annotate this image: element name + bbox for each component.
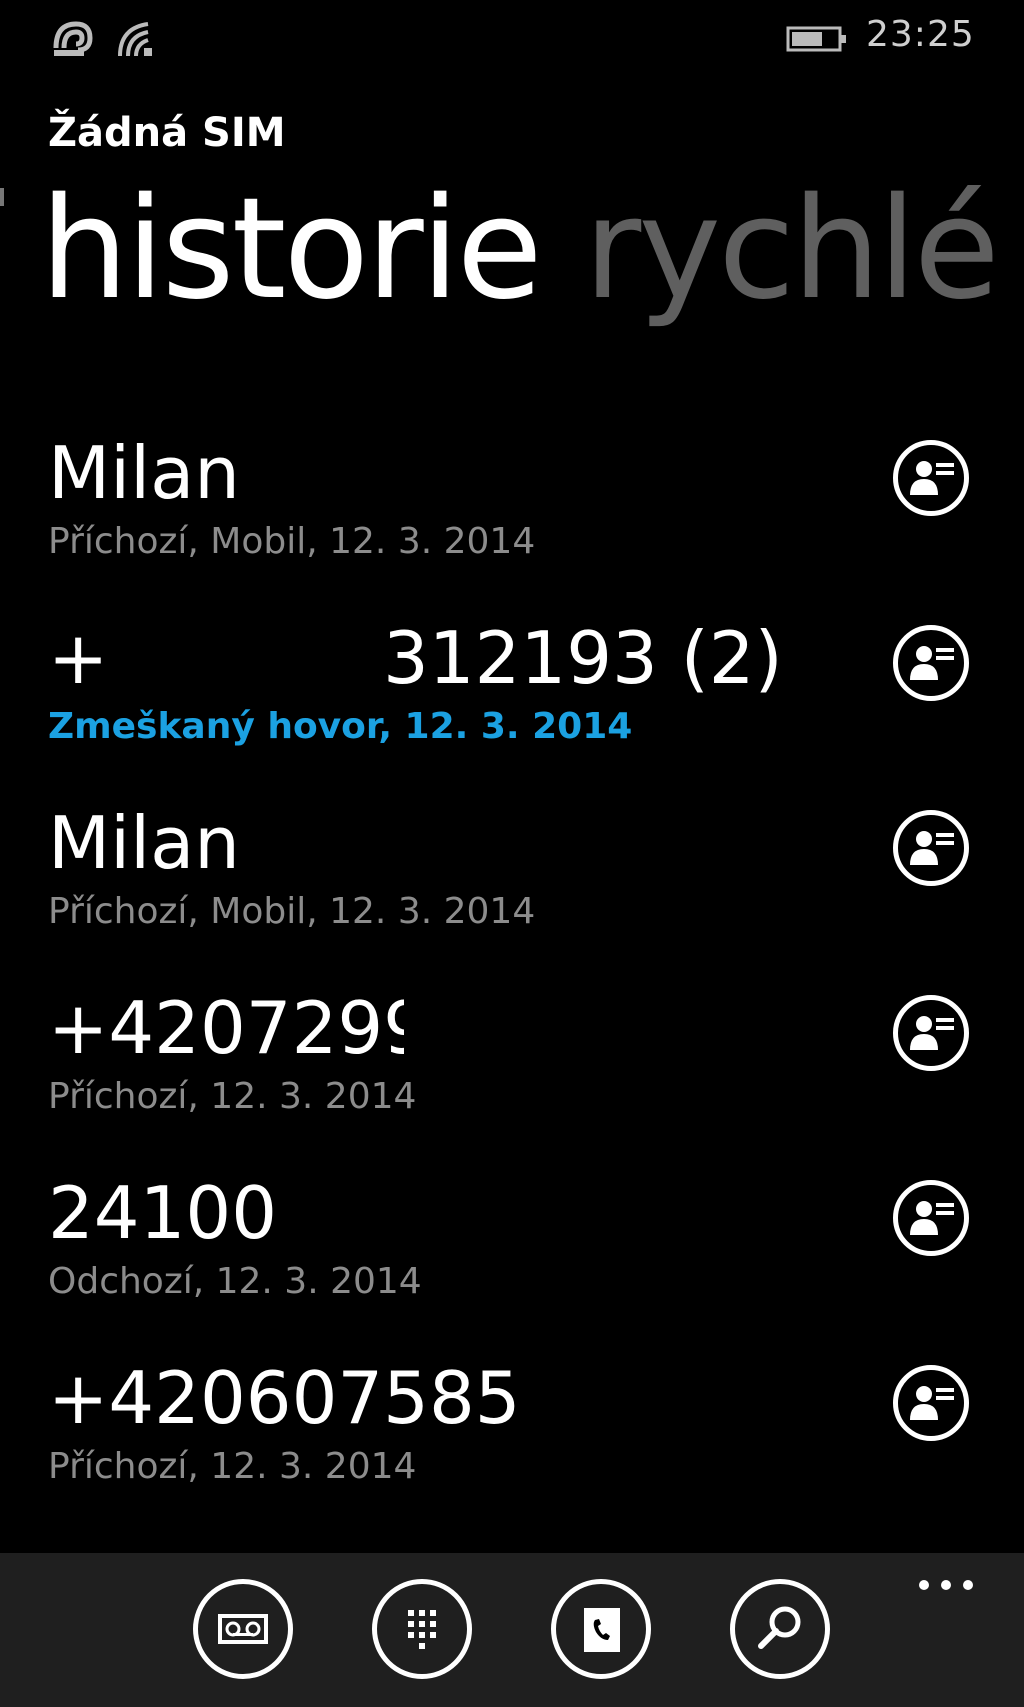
hotspot-icon [53, 21, 93, 56]
call-title: +4207299 [48, 986, 404, 1070]
status-bar: 23:25 [0, 0, 1024, 80]
contacts-icon [584, 1608, 620, 1652]
list-item[interactable]: + 312193 (2) Zmeškaný hovor, 12. 3. 2014 [0, 615, 1024, 800]
contact-card-icon [910, 831, 954, 865]
call-detail: Příchozí, Mobil, 12. 3. 2014 [48, 891, 536, 932]
contacts-button[interactable] [551, 1579, 651, 1679]
call-title: Milan [48, 431, 240, 515]
battery-icon [786, 26, 846, 52]
status-clock: 23:25 [866, 14, 975, 55]
call-detail: Odchozí, 12. 3. 2014 [48, 1261, 422, 1302]
call-title: 24100 [48, 1171, 278, 1255]
list-item[interactable]: Milan Příchozí, Mobil, 12. 3. 2014 [0, 430, 1024, 615]
contact-card-icon [910, 1386, 954, 1420]
contact-card-button[interactable] [893, 625, 969, 701]
pivot-header: historie rychlé v [0, 170, 1024, 330]
contact-card-icon [910, 646, 954, 680]
voicemail-button[interactable] [193, 1579, 293, 1679]
contact-card-icon [910, 461, 954, 495]
app-bar [0, 1553, 1024, 1707]
keypad-icon [408, 1610, 436, 1649]
contact-card-button[interactable] [893, 1365, 969, 1441]
sim-status-label: Žádná SIM [48, 110, 286, 156]
contact-card-button[interactable] [893, 1180, 969, 1256]
list-item[interactable]: +4207299 Příchozí, 12. 3. 2014 [0, 985, 1024, 1170]
call-title: +420607585 [48, 1356, 521, 1440]
contact-card-icon [910, 1201, 954, 1235]
call-detail: Příchozí, Mobil, 12. 3. 2014 [48, 521, 536, 562]
call-history-list: Milan Příchozí, Mobil, 12. 3. 2014 + 312… [0, 430, 1024, 1540]
call-detail-missed: Zmeškaný hovor, 12. 3. 2014 [48, 706, 633, 747]
pivot-edge-indicator [0, 188, 4, 206]
list-item[interactable]: Milan Příchozí, Mobil, 12. 3. 2014 [0, 800, 1024, 985]
contact-card-button[interactable] [893, 440, 969, 516]
keypad-button[interactable] [372, 1579, 472, 1679]
tab-historie[interactable]: historie [40, 170, 543, 330]
search-icon [758, 1606, 801, 1649]
ellipsis-icon[interactable] [912, 1573, 982, 1613]
call-detail: Příchozí, 12. 3. 2014 [48, 1076, 417, 1117]
search-button[interactable] [730, 1579, 830, 1679]
contact-card-icon [910, 1016, 954, 1050]
wifi-icon [118, 22, 152, 57]
call-detail: Příchozí, 12. 3. 2014 [48, 1446, 417, 1487]
tab-rychle-volby[interactable]: rychlé v [584, 170, 1024, 330]
list-item[interactable]: 24100 Odchozí, 12. 3. 2014 [0, 1170, 1024, 1355]
call-title: Milan [48, 801, 240, 885]
contact-card-button[interactable] [893, 810, 969, 886]
contact-card-button[interactable] [893, 995, 969, 1071]
voicemail-icon [218, 1614, 268, 1644]
list-item[interactable]: +420607585 Příchozí, 12. 3. 2014 [0, 1355, 1024, 1540]
call-title: + 312193 (2) [48, 616, 783, 700]
